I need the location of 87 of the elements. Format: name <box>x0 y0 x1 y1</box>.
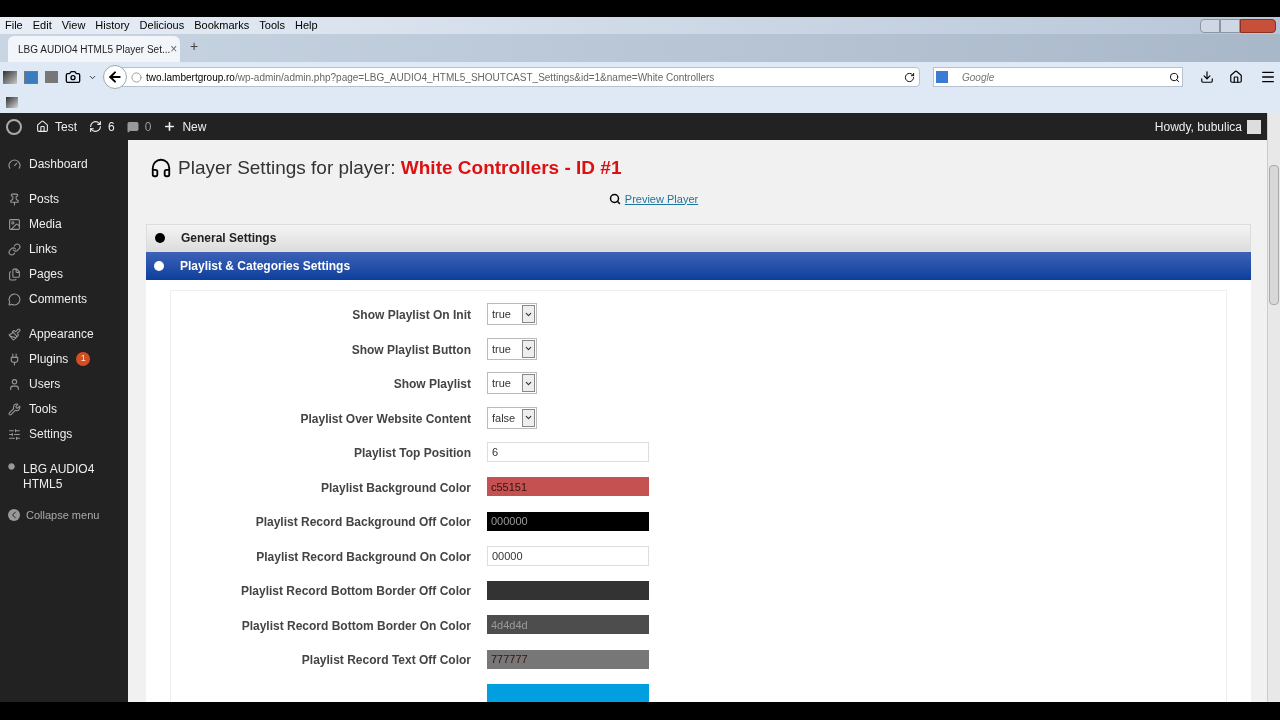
color-field[interactable]: 000000 <box>487 511 649 531</box>
camera-icon[interactable] <box>65 69 81 85</box>
headphones-icon <box>150 157 172 180</box>
sidebar-item[interactable]: Media <box>29 217 62 232</box>
dot-icon <box>8 463 15 470</box>
sidebar-item[interactable]: Posts <box>29 192 59 207</box>
section-header[interactable]: General Settings <box>146 224 1251 252</box>
plus-icon[interactable] <box>163 120 177 133</box>
menu-item[interactable]: Bookmarks <box>194 17 250 34</box>
input-field[interactable]: 6 <box>487 442 649 463</box>
wordpress-logo[interactable] <box>6 118 22 135</box>
search-field[interactable]: Google <box>933 67 1183 87</box>
setting-label: Playlist Record Background Off Color <box>255 515 471 530</box>
preview-link[interactable]: Preview Player <box>624 190 699 207</box>
new-tab-button[interactable]: + <box>190 36 199 57</box>
sidebar-item[interactable]: Pages <box>29 267 64 282</box>
collapse-menu-button[interactable]: Collapse menu <box>0 507 128 524</box>
scrollbar[interactable] <box>1267 113 1280 702</box>
dashboard-icon <box>8 158 21 171</box>
menu-item[interactable]: File <box>5 17 23 34</box>
paintbrush-icon <box>8 328 21 341</box>
comment-icon[interactable] <box>126 120 139 133</box>
extension-icon[interactable] <box>24 70 38 84</box>
sidebar-item[interactable]: Tools <box>29 402 57 417</box>
setting-label: Show Playlist <box>393 377 471 392</box>
download-icon[interactable] <box>1200 70 1214 84</box>
setting-label: Playlist Top Position <box>353 446 471 461</box>
collapse-icon <box>8 509 20 522</box>
search-icon[interactable] <box>1169 71 1180 83</box>
setting-label: Show Playlist On Init <box>352 308 471 323</box>
comments-count[interactable]: 0 <box>144 117 152 136</box>
menu-icon[interactable] <box>1260 69 1276 85</box>
sidebar-item[interactable]: Comments <box>29 292 87 307</box>
bookmark-icon[interactable] <box>6 97 18 108</box>
sidebar-item[interactable]: Appearance <box>29 327 94 342</box>
setting-label: Playlist Record Background On Color <box>256 549 471 564</box>
site-link[interactable]: Test <box>55 117 77 136</box>
greeting-link[interactable]: Howdy, bubulica <box>1154 117 1242 136</box>
link-icon <box>8 243 21 256</box>
plug-icon <box>8 353 21 366</box>
select-field[interactable]: false <box>487 406 537 429</box>
sidebar-item[interactable]: Dashboard <box>29 157 88 172</box>
user-icon <box>8 378 21 391</box>
menu-item[interactable]: View <box>61 17 86 34</box>
sidebar-item[interactable]: LBG AUDIO4 HTML5 <box>23 462 113 492</box>
search-icon <box>608 192 621 205</box>
setting-label: Playlist Record Bottom Border On Color <box>241 618 471 633</box>
sidebar-item[interactable]: Settings <box>29 427 73 442</box>
close-button[interactable] <box>1240 18 1276 33</box>
updates-icon[interactable] <box>89 120 102 133</box>
color-field[interactable] <box>487 580 649 600</box>
sidebar-item[interactable]: Users <box>29 377 61 392</box>
pin-icon <box>8 193 21 206</box>
setting-label: Playlist Background Color <box>320 480 471 495</box>
select-field[interactable]: true <box>487 372 537 395</box>
setting-label: Playlist Record Bottom Border Off Color <box>240 584 471 599</box>
menu-item[interactable]: Delicious <box>139 17 185 34</box>
extension-icon[interactable] <box>3 70 17 84</box>
browser-tab[interactable]: LBG AUDIO4 HTML5 Player Set...× <box>8 36 180 62</box>
home-icon[interactable] <box>1229 70 1243 84</box>
setting-label: Playlist Record Text Off Color <box>301 653 471 668</box>
sidebar-item[interactable]: Links <box>29 242 57 257</box>
tab-close-button[interactable]: × <box>170 40 178 58</box>
page-title: Player Settings for player: White Controllers - ID #1 <box>178 156 622 180</box>
new-link[interactable]: New <box>182 117 207 136</box>
menu-item[interactable]: History <box>95 17 130 34</box>
avatar-icon[interactable] <box>1247 119 1261 134</box>
count-badge: 1 <box>76 352 91 366</box>
speech-bubble-icon <box>8 293 21 306</box>
setting-label: Show Playlist Button <box>351 342 471 357</box>
wrench-icon <box>8 403 21 416</box>
input-field[interactable]: 00000 <box>487 545 649 566</box>
sidebar-item[interactable]: Plugins <box>29 352 69 367</box>
menu-item[interactable]: Help <box>294 17 318 34</box>
updates-count[interactable]: 6 <box>108 117 115 136</box>
select-field[interactable]: true <box>487 303 537 326</box>
sliders-icon <box>8 428 21 441</box>
select-field[interactable]: true <box>487 337 537 360</box>
color-field[interactable] <box>487 684 649 702</box>
color-field[interactable]: 777777 <box>487 649 649 669</box>
color-field[interactable]: c55151 <box>487 477 649 497</box>
section-header[interactable]: Playlist & Categories Settings <box>146 252 1251 280</box>
pages-icon <box>8 268 21 281</box>
menu-item[interactable]: Edit <box>32 17 52 34</box>
image-icon <box>8 218 21 231</box>
menu-item[interactable]: Tools <box>259 17 285 34</box>
setting-label: Playlist Over Website Content <box>300 411 471 426</box>
